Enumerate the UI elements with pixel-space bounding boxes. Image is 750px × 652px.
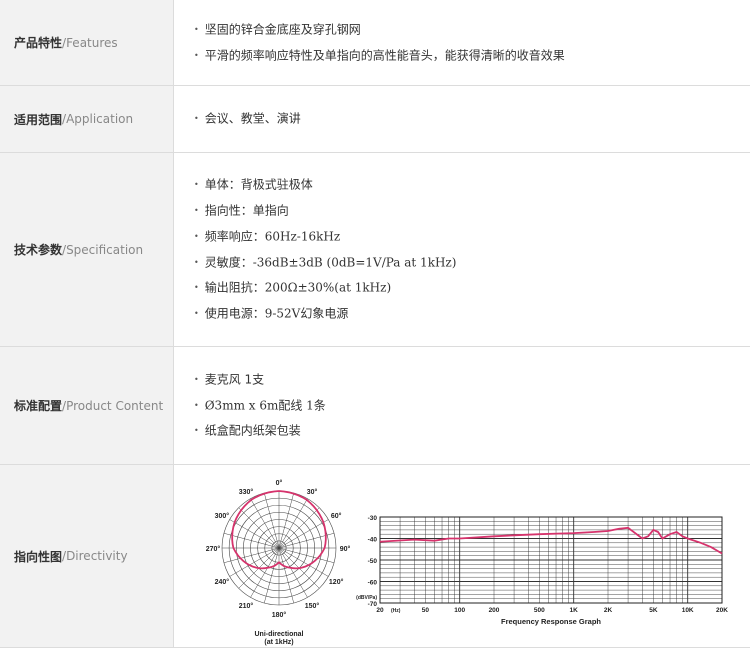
polar-spoke — [278, 507, 320, 549]
label-en: Features — [66, 35, 118, 50]
freq-ylabel: (dBV/Pa) — [356, 595, 377, 601]
polar-angle-label: 180° — [272, 611, 287, 619]
freq-xtick: 20K — [716, 607, 728, 614]
label-cn: 指向性图 — [14, 549, 63, 564]
spec-row: 产品特性/Features坚固的锌合金底座及穿孔钢网平滑的频率响应特性及单指向的… — [0, 0, 750, 86]
polar-spoke — [229, 547, 280, 577]
freq-ytick: -60 — [368, 580, 378, 587]
row-content: 麦克风 1支Ø3mm x 6m配线 1条纸盒配内纸架包装 — [174, 347, 750, 464]
row-content: 会议、教堂、演讲 — [174, 86, 750, 152]
freq-xtick: 1K — [570, 607, 579, 614]
spec-table: 产品特性/Features坚固的锌合金底座及穿孔钢网平滑的频率响应特性及单指向的… — [0, 0, 750, 648]
spec-item: Ø3mm x 6m配线 1条 — [194, 393, 750, 419]
row-content: 单体：背极式驻极体指向性：单指向频率响应：60Hz-16kHz灵敏度：-36dB… — [174, 153, 750, 346]
freq-xtick: 500 — [534, 607, 545, 614]
spec-item: 平滑的频率响应特性及单指向的高性能音头，能获得清晰的收音效果 — [194, 43, 750, 69]
row-content: 坚固的锌合金底座及穿孔钢网平滑的频率响应特性及单指向的高性能音头，能获得清晰的收… — [174, 0, 750, 85]
polar-angle-label: 210° — [239, 602, 254, 610]
row-label: 标准配置 / Product Content — [0, 347, 174, 464]
spec-row: 指向性图 / Directivity 0° 30° 60° 90° 120° 150° 180° 2… — [0, 465, 750, 648]
label-cn: 技术参数 — [14, 243, 63, 257]
freq-ytick: -50 — [368, 558, 378, 565]
label-en: Specification — [66, 242, 144, 257]
freq-xtick: 50 — [422, 607, 430, 614]
spec-item: 灵敏度：-36dB±3dB (0dB=1V/Pa at 1kHz) — [194, 250, 750, 276]
polar-angle-label: 120° — [329, 578, 344, 586]
label-en: Application — [66, 112, 134, 126]
label-en: Product Content — [66, 398, 164, 413]
polar-spoke — [223, 547, 280, 563]
spec-item: 使用电源：9-52V幻象电源 — [194, 301, 750, 327]
spec-row: 标准配置/Product Content麦克风 1支Ø3mm x 6m配线 1条… — [0, 347, 750, 465]
row-label: 指向性图 / Directivity — [0, 465, 174, 647]
polar-spoke — [264, 547, 280, 604]
freq-xtick: 100 — [454, 607, 465, 614]
polar-angle-label: 240° — [215, 578, 230, 586]
polar-spoke — [238, 507, 280, 549]
freq-xtick: 2K — [604, 607, 613, 614]
freq-series-line — [379, 526, 723, 555]
polar-angle-label: 90° — [340, 545, 351, 553]
freq-xtick: 5K — [649, 607, 658, 614]
polar-spoke — [250, 498, 280, 549]
polar-angle-label: 30° — [307, 488, 318, 496]
freq-xunit: (Hz) — [391, 608, 401, 614]
spec-row: 技术参数/Specification单体：背极式驻极体指向性：单指向频率响应：6… — [0, 153, 750, 347]
polar-spoke — [278, 492, 294, 549]
polar-spoke — [278, 519, 329, 549]
polar-angle-label: 60° — [331, 512, 342, 520]
label-cn: 产品特性 — [14, 36, 63, 50]
directivity-charts: 0° 30° 60° 90° 120° 150° 180° 210° 240° 270° 300° 3… — [174, 465, 750, 647]
freq-title: Frequency Response Graph — [501, 617, 601, 626]
polar-spoke — [278, 547, 329, 577]
spec-item: 输出阻抗：200Ω±30%(at 1kHz) — [194, 275, 750, 301]
spec-item: 坚固的锌合金底座及穿孔钢网 — [194, 17, 750, 43]
polar-angle-label: 300° — [215, 512, 230, 520]
spec-item: 频率响应：60Hz-16kHz — [194, 224, 750, 250]
polar-spoke — [264, 492, 280, 549]
spec-item: 纸盒配内纸架包装 — [194, 418, 750, 444]
label-cn: 标准配置 — [14, 399, 63, 413]
spec-row: 适用范围/Application 会议、教堂、演讲 — [0, 86, 750, 153]
polar-caption: Uni-directional — [254, 631, 303, 638]
freq-xtick: 20 — [376, 607, 384, 614]
polar-spoke — [278, 547, 294, 604]
row-label: 适用范围 / Application — [0, 86, 174, 152]
polar-angle-label: 330° — [239, 488, 254, 496]
polar-angle-label: 270° — [206, 545, 221, 553]
freq-xtick: 10K — [682, 607, 694, 614]
label-en: Directivity — [66, 549, 128, 563]
spec-item: 指向性：单指向 — [194, 198, 750, 224]
polar-angle-label: 0° — [276, 479, 283, 487]
polar-angle-label: 150° — [305, 602, 320, 610]
row-label: 技术参数 / Specification — [0, 153, 174, 346]
polar-spoke — [250, 547, 280, 598]
freq-ytick: -40 — [368, 537, 378, 544]
polar-spoke — [278, 547, 335, 563]
polar-spoke — [278, 498, 308, 549]
row-label: 产品特性 / Features — [0, 0, 174, 85]
spec-item: 单体：背极式驻极体 — [194, 172, 750, 198]
charts-svg: 0° 30° 60° 90° 120° 150° 180° 210° 240° 270° 300° 3… — [206, 479, 729, 646]
polar-caption: (at 1kHz) — [264, 639, 293, 646]
polar-spoke — [229, 519, 280, 549]
spec-item: 会议、教堂、演讲 — [194, 106, 750, 132]
polar-spoke — [278, 547, 308, 598]
freq-xtick: 200 — [489, 607, 500, 614]
spec-item: 麦克风 1支 — [194, 367, 750, 393]
freq-ytick: -30 — [368, 515, 378, 522]
label-cn: 适用范围 — [14, 112, 63, 127]
